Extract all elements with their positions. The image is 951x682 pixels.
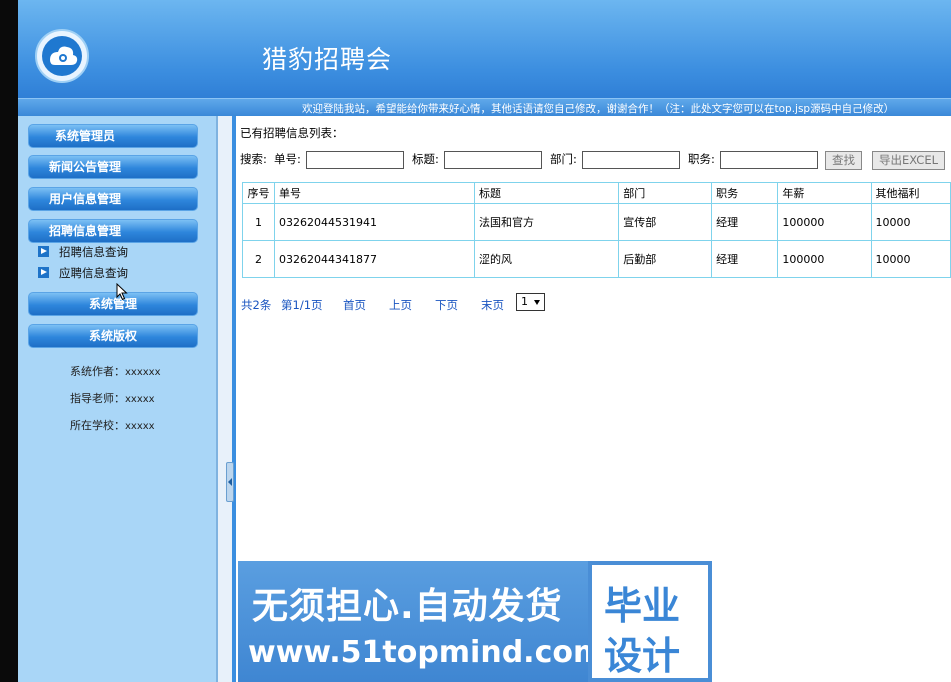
table-cell: 经理 bbox=[711, 203, 779, 241]
marquee-text: 欢迎登陆我站，希望能给你带来好心情，其他话语请您自己修改，谢谢合作！（注：此处文… bbox=[302, 103, 895, 115]
list-title: 已有招聘信息列表： bbox=[240, 126, 344, 140]
col-header: 部门 bbox=[618, 182, 713, 204]
play-arrow-icon bbox=[38, 267, 49, 278]
watermark-url: www.51topmind.com bbox=[248, 635, 605, 670]
search-prefix: 搜索: bbox=[240, 152, 267, 166]
info-advisor: 指导老师：xxxxx bbox=[70, 392, 155, 405]
menu-system-copyright[interactable]: 系统版权 bbox=[28, 324, 198, 348]
left-edge-bar bbox=[0, 0, 18, 682]
mouse-pointer-icon bbox=[116, 283, 128, 301]
menu-system-management[interactable]: 系统管理 bbox=[28, 292, 198, 316]
sub-item-label: 招聘信息查询 bbox=[59, 245, 128, 259]
sidebar: 系统管理员 新闻公告管理 用户信息管理 招聘信息管理 招聘信息查询 应聘信息查询… bbox=[18, 116, 210, 682]
search-position-input[interactable] bbox=[720, 151, 818, 169]
watermark-banner: 无须担心.自动发货 www.51topmind.com 毕业 设计 bbox=[238, 561, 712, 682]
menu-system-admin[interactable]: 系统管理员 bbox=[28, 124, 198, 148]
table-cell: 10000 bbox=[870, 240, 951, 278]
first-page-link[interactable]: 首页 bbox=[343, 297, 366, 313]
menu-recruit-management[interactable]: 招聘信息管理 bbox=[28, 219, 198, 243]
menu-news-management[interactable]: 新闻公告管理 bbox=[28, 155, 198, 179]
prev-page-link[interactable]: 上页 bbox=[389, 297, 412, 313]
table-cell: 100000 bbox=[777, 240, 872, 278]
table-row[interactable]: 2 03262044341877 涩的风 后勤部 经理 100000 10000 bbox=[242, 240, 951, 278]
watermark-right: 毕业 设计 bbox=[588, 561, 712, 682]
search-id-input[interactable] bbox=[306, 151, 404, 169]
page-select-value: 1 bbox=[521, 295, 528, 308]
table-cell: 涩的风 bbox=[473, 240, 620, 278]
sub-item-recruit-query[interactable]: 招聘信息查询 bbox=[38, 243, 128, 261]
watermark-text-1: 毕业 bbox=[604, 584, 681, 628]
table-cell: 100000 bbox=[777, 203, 872, 241]
table-cell: 1 bbox=[242, 203, 275, 241]
col-header: 职务 bbox=[711, 182, 779, 204]
search-label-dept: 部门: bbox=[550, 152, 577, 166]
watermark-text-2: 设计 bbox=[604, 634, 681, 678]
info-author: 系统作者：xxxxxx bbox=[70, 365, 161, 378]
sub-item-label: 应聘信息查询 bbox=[59, 266, 128, 280]
table-cell: 经理 bbox=[711, 240, 779, 278]
watermark-left: 无须担心.自动发货 www.51topmind.com bbox=[238, 561, 604, 682]
col-header: 单号 bbox=[273, 182, 475, 204]
search-label-title: 标题: bbox=[412, 152, 439, 166]
col-header: 年薪 bbox=[777, 182, 872, 204]
last-page-link[interactable]: 末页 bbox=[481, 297, 504, 313]
table-cell: 2 bbox=[242, 240, 275, 278]
col-header: 标题 bbox=[473, 182, 620, 204]
page-select[interactable]: 1 bbox=[516, 293, 545, 311]
play-arrow-icon bbox=[38, 246, 49, 257]
sub-item-application-query[interactable]: 应聘信息查询 bbox=[38, 264, 128, 282]
collapse-sidebar-handle[interactable] bbox=[226, 462, 234, 502]
search-button[interactable]: 查找 bbox=[825, 151, 862, 170]
col-header: 其他福利 bbox=[870, 182, 951, 204]
table-cell: 法国和官方 bbox=[473, 203, 620, 241]
search-dept-input[interactable] bbox=[582, 151, 680, 169]
record-count: 共2条 bbox=[241, 298, 272, 312]
table-header-row: 序号 单号 标题 部门 职务 年薪 其他福利 bbox=[242, 182, 951, 204]
info-school: 所在学校：xxxxx bbox=[70, 419, 155, 432]
search-title-input[interactable] bbox=[444, 151, 542, 169]
table-cell: 10000 bbox=[870, 203, 951, 241]
table-cell: 后勤部 bbox=[618, 240, 713, 278]
cloud-logo-icon bbox=[35, 29, 89, 83]
marquee-bar: 欢迎登陆我站，希望能给你带来好心情，其他话语请您自己修改，谢谢合作！（注：此处文… bbox=[18, 98, 951, 116]
watermark-slogan: 无须担心.自动发货 bbox=[252, 586, 563, 627]
table-cell: 03262044531941 bbox=[273, 203, 475, 241]
table-cell: 03262044341877 bbox=[273, 240, 475, 278]
col-header: 序号 bbox=[242, 182, 275, 204]
search-label-position: 职务: bbox=[688, 152, 715, 166]
page-info: 第1/1页 bbox=[281, 298, 323, 312]
site-title: 猎豹招聘会 bbox=[262, 45, 393, 74]
frame-divider bbox=[210, 116, 236, 682]
header-banner: 猎豹招聘会 bbox=[0, 0, 951, 98]
export-excel-button[interactable]: 导出EXCEL bbox=[872, 151, 946, 170]
recruit-table: 序号 单号 标题 部门 职务 年薪 其他福利 1 03262044531941 … bbox=[242, 182, 951, 278]
table-cell: 宣传部 bbox=[618, 203, 713, 241]
menu-user-management[interactable]: 用户信息管理 bbox=[28, 187, 198, 211]
table-row[interactable]: 1 03262044531941 法国和官方 宣传部 经理 100000 100… bbox=[242, 203, 951, 241]
next-page-link[interactable]: 下页 bbox=[435, 297, 458, 313]
search-label-id: 单号: bbox=[274, 152, 301, 166]
